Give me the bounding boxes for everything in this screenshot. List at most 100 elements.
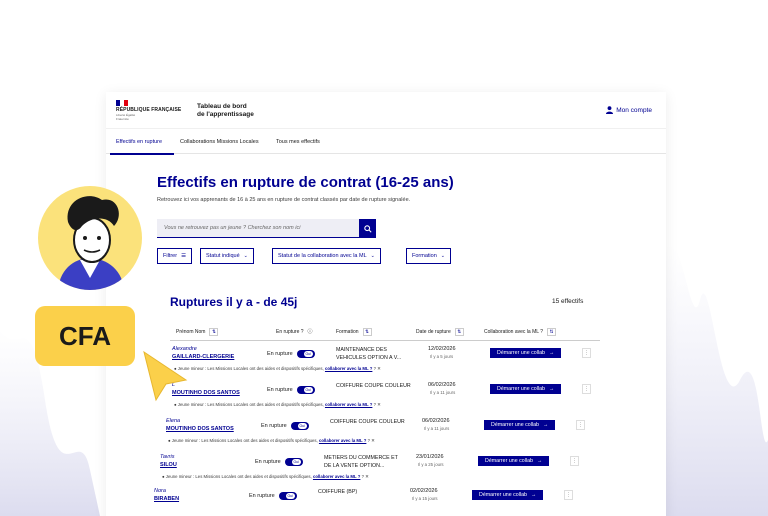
cursor-icon: [143, 350, 188, 402]
rupture-toggle[interactable]: [290, 422, 309, 430]
table-header-divider: [170, 340, 600, 341]
last-name[interactable]: BIRABEN: [154, 496, 179, 502]
rupture-status: En rupture: [267, 350, 315, 358]
search-icon: [363, 224, 372, 233]
tab-effectifs-en-rupture[interactable]: Effectifs en rupture: [116, 139, 162, 145]
filter-icon: ☰: [181, 253, 186, 259]
minor-note: ● Jeune mineur : Les Missions Locales on…: [174, 402, 381, 407]
tab-tous-mes-effectifs[interactable]: Tous mes effectifs: [276, 139, 320, 145]
formation-cell: METIERS DU COMMERCE ET DE LA VENTE OPTIO…: [324, 455, 398, 469]
first-name[interactable]: Tavris: [160, 454, 174, 460]
rupture-ago: Il y a 5 jours: [430, 354, 454, 359]
table-row: Nora BIRABEN En rupture COIFFURE (BP) 02…: [154, 488, 624, 516]
start-collab-button[interactable]: Démarrer une collab →: [472, 490, 544, 500]
last-name[interactable]: SILOU: [160, 462, 177, 468]
formation-cell: COIFFURE COUPE COULEUR: [336, 383, 411, 389]
chevron-down-icon: ⌄: [370, 253, 375, 259]
more-options-button[interactable]: ⋮: [582, 384, 591, 394]
avatar: [38, 186, 142, 290]
formation-cell: MAINTENANCE DES VEHICULES OPTION A V...: [336, 347, 402, 361]
table-row: Tavris SILOU En rupture METIERS DU COMME…: [160, 454, 630, 488]
collab-ml-link[interactable]: collaborer avec la ML ?: [313, 474, 360, 479]
start-collab-button[interactable]: Démarrer une collab →: [490, 348, 562, 358]
first-name[interactable]: Elena: [166, 418, 180, 424]
header-formation[interactable]: Formation ⇅: [336, 328, 372, 336]
tab-collaborations-ml[interactable]: Collaborations Missions Locales: [180, 139, 259, 145]
rupture-toggle[interactable]: [284, 458, 303, 466]
sort-icon[interactable]: ⇅: [547, 328, 557, 336]
minor-note: ● Jeune mineur : Les Missions Locales on…: [162, 474, 369, 479]
effectifs-count: 15 effectifs: [552, 298, 584, 305]
header-date[interactable]: Date de rupture ⇅: [416, 328, 464, 336]
search-button[interactable]: [359, 219, 376, 238]
table-row: Alexandre GAILLARD-CLERGERIE En rupture …: [172, 346, 642, 380]
motto: Liberté Égalité Fraternité: [116, 113, 136, 121]
last-name[interactable]: MOUTINHO DOS SANTOS: [166, 426, 234, 432]
rupture-ago: Il y a 15 jours: [412, 496, 438, 501]
rupture-status: En rupture: [255, 458, 303, 466]
rupture-status: En rupture: [267, 386, 315, 394]
formation-cell: COIFFURE (BP): [318, 489, 358, 495]
collab-status-filter[interactable]: Statut de la collaboration avec la ML ⌄: [272, 248, 381, 264]
info-icon[interactable]: ⓘ: [308, 328, 313, 335]
rupture-date: 12/02/2026: [428, 346, 456, 352]
collab-ml-link[interactable]: collaborer avec la ML ?: [325, 366, 372, 371]
collab-ml-link[interactable]: collaborer avec la ML ?: [325, 402, 372, 407]
table-row: L MOUTINHO DOS SANTOS En rupture COIFFUR…: [172, 382, 642, 416]
page-subtitle: Retrouvez ici vos apprenants de 16 à 25 …: [157, 197, 411, 203]
formation-filter[interactable]: Formation ⌄: [406, 248, 451, 264]
sort-icon[interactable]: ⇅: [209, 328, 219, 336]
sort-icon[interactable]: ⇅: [362, 328, 372, 336]
minor-note: ● Jeune mineur : Les Missions Locales on…: [174, 366, 381, 371]
rupture-toggle[interactable]: [278, 492, 297, 500]
rupture-status: En rupture: [249, 492, 297, 500]
dashboard-window: RÉPUBLIQUE FRANÇAISE Liberté Égalité Fra…: [106, 92, 666, 516]
rupture-date: 23/01/2026: [416, 454, 444, 460]
table-row: Elena MOUTINHO DOS SANTOS En rupture COI…: [166, 418, 636, 452]
start-collab-button[interactable]: Démarrer une collab →: [490, 384, 562, 394]
active-tab-indicator: [110, 153, 174, 155]
rupture-ago: Il y a 11 jours: [430, 390, 456, 395]
formation-cell: COIFFURE COUPE COULEUR: [330, 419, 405, 425]
rupture-status: En rupture: [261, 422, 309, 430]
arrow-right-icon: →: [537, 458, 543, 464]
rupture-ago: Il y a 11 jours: [424, 426, 450, 431]
rupture-date: 06/02/2026: [422, 418, 450, 424]
header-name[interactable]: Prénom Nom ⇅: [176, 328, 219, 336]
status-filter[interactable]: Statut indiqué ⌄: [200, 248, 254, 264]
rupture-ago: Il y a 25 jours: [418, 462, 444, 467]
rupture-date: 02/02/2026: [410, 488, 438, 494]
more-options-button[interactable]: ⋮: [582, 348, 591, 358]
minor-note: ● Jeune mineur : Les Missions Locales on…: [168, 438, 375, 443]
section-title: Ruptures il y a - de 45j: [170, 295, 298, 309]
header-rupture: En rupture ? ⓘ: [276, 328, 313, 336]
more-options-button[interactable]: ⋮: [576, 420, 585, 430]
start-collab-button[interactable]: Démarrer une collab →: [478, 456, 550, 466]
french-flag-icon: [116, 100, 128, 106]
rupture-toggle[interactable]: [296, 386, 315, 394]
cfa-badge: CFA: [35, 306, 135, 366]
chevron-down-icon: ⌄: [440, 253, 445, 259]
person-illustration: [58, 196, 124, 290]
sort-icon[interactable]: ⇅: [454, 328, 464, 336]
account-button[interactable]: Mon compte: [606, 106, 652, 114]
header-collab[interactable]: Collaboration avec la ML ? ⇅: [484, 328, 557, 336]
collab-ml-link[interactable]: collaborer avec la ML ?: [319, 438, 366, 443]
arrow-right-icon: →: [549, 350, 555, 356]
arrow-right-icon: →: [549, 386, 555, 392]
main-nav: Effectifs en rupture Collaborations Miss…: [106, 128, 666, 155]
arrow-right-icon: →: [543, 422, 549, 428]
rupture-toggle[interactable]: [296, 350, 315, 358]
more-options-button[interactable]: ⋮: [564, 490, 573, 500]
start-collab-button[interactable]: Démarrer une collab →: [484, 420, 556, 430]
chevron-down-icon: ⌄: [243, 253, 248, 259]
app-title[interactable]: Tableau de bord de l'apprentissage: [197, 103, 254, 119]
rupture-date: 06/02/2026: [428, 382, 456, 388]
page-title: Effectifs en rupture de contrat (16-25 a…: [157, 174, 454, 191]
arrow-right-icon: →: [531, 492, 537, 498]
search-input[interactable]: Vous ne retrouvez pas un jeune ? Cherche…: [157, 219, 361, 238]
user-icon: [606, 106, 614, 114]
more-options-button[interactable]: ⋮: [570, 456, 579, 466]
first-name[interactable]: Nora: [154, 488, 166, 494]
filter-button[interactable]: Filtrer ☰: [157, 248, 192, 264]
